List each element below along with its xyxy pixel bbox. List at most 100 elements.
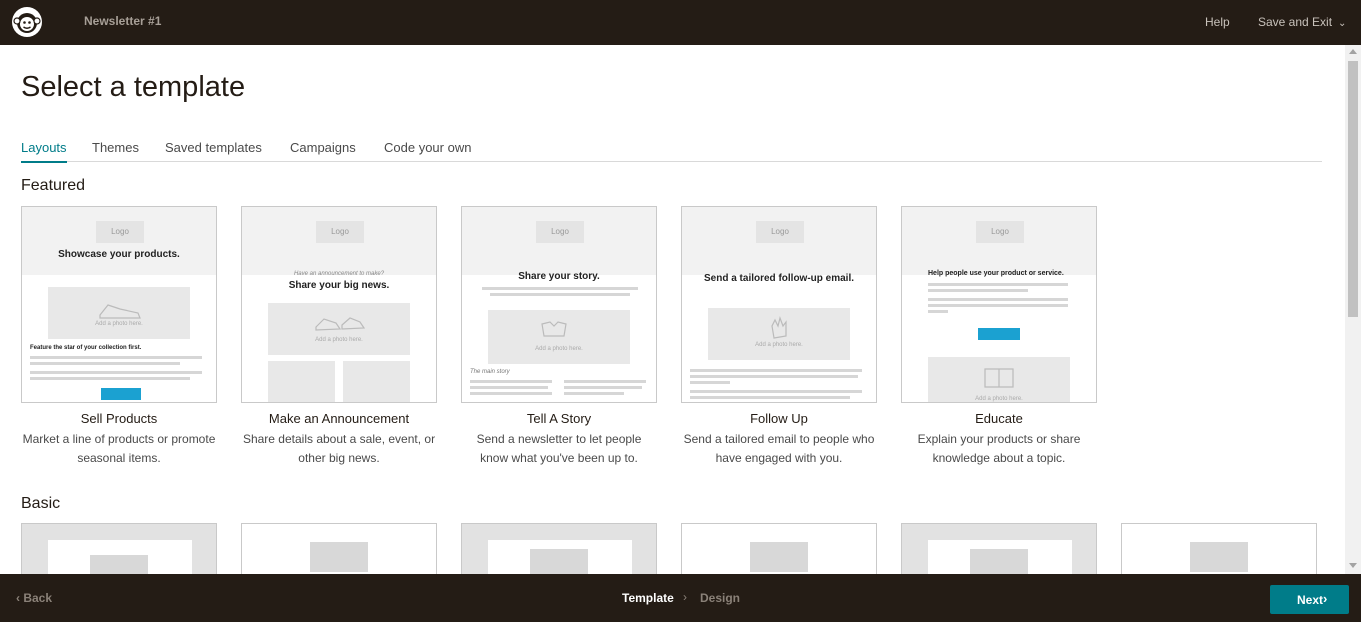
save-and-exit-label: Save and Exit: [1258, 15, 1333, 29]
template-tabs: Layouts Themes Saved templates Campaigns…: [21, 140, 1322, 163]
card-title: Follow Up: [750, 411, 808, 426]
text-line: [30, 362, 180, 365]
photo-caption: Add a photo here.: [95, 321, 143, 327]
photo-placeholder: Add a photo here.: [48, 287, 190, 339]
template-card-make-an-announcement[interactable]: Logo Have an announcement to make? Share…: [241, 206, 437, 468]
text-line: [470, 392, 552, 395]
template-card-tell-a-story[interactable]: Logo Share your story. Add a photo here.…: [461, 206, 657, 468]
logo-placeholder: Logo: [976, 221, 1024, 243]
template-thumbnail[interactable]: Logo Share your story. Add a photo here.…: [461, 206, 657, 403]
thumbnail-subheading: Feature the star of your collection firs…: [30, 345, 142, 351]
thumbnail-block: [310, 542, 368, 572]
main-content: Select a template Layouts Themes Saved t…: [0, 45, 1345, 574]
thumbnail-block: [970, 549, 1028, 574]
text-line: [928, 289, 1028, 292]
scroll-up-arrow-icon[interactable]: [1349, 49, 1357, 54]
thumbnail-block: [750, 542, 808, 572]
template-thumbnail[interactable]: Logo Showcase your products. Add a photo…: [21, 206, 217, 403]
basic-template-card-3[interactable]: [461, 523, 657, 574]
next-label: Next: [1297, 593, 1324, 607]
step-design[interactable]: Design: [700, 591, 740, 605]
text-line: [690, 375, 858, 378]
thumbnail-heading: Share your story.: [518, 271, 600, 282]
mailchimp-logo-icon[interactable]: [11, 6, 43, 38]
photo-caption: Add a photo here.: [755, 342, 803, 348]
photo-placeholder-small: [343, 361, 410, 402]
text-line: [928, 310, 948, 313]
thumbnail-heading: Share your big news.: [288, 280, 390, 291]
card-title: Make an Announcement: [268, 411, 410, 426]
tab-code-your-own[interactable]: Code your own: [384, 140, 471, 161]
logo-placeholder: Logo: [316, 221, 364, 243]
text-line: [928, 304, 1068, 307]
scrollbar-thumb[interactable]: [1348, 61, 1358, 317]
thumbnail-block: [1190, 542, 1248, 572]
template-thumbnail[interactable]: Logo Help people use your product or ser…: [901, 206, 1097, 403]
tab-themes[interactable]: Themes: [92, 140, 139, 161]
text-line: [690, 396, 850, 399]
logo-placeholder: Logo: [536, 221, 584, 243]
thumbnail-heading: Send a tailored follow-up email.: [703, 273, 855, 284]
basic-template-card-6[interactable]: [1121, 523, 1317, 574]
basic-template-card-2[interactable]: [241, 523, 437, 574]
tab-campaigns[interactable]: Campaigns: [290, 140, 356, 161]
text-line: [690, 381, 730, 384]
basic-template-card-4[interactable]: [681, 523, 877, 574]
save-and-exit-menu[interactable]: Save and Exit ⌄: [1258, 15, 1346, 29]
text-line: [490, 293, 630, 296]
card-title: Tell A Story: [526, 411, 592, 426]
basic-template-card-1[interactable]: [21, 523, 217, 574]
next-button[interactable]: Next ›: [1270, 585, 1349, 614]
tab-saved-templates[interactable]: Saved templates: [165, 140, 262, 161]
bottom-bar: ‹ Back Template › Design Next ›: [0, 574, 1361, 622]
template-card-sell-products[interactable]: Logo Showcase your products. Add a photo…: [21, 206, 217, 468]
featured-heading: Featured: [21, 177, 86, 194]
thumbnail-block: [530, 549, 588, 574]
photo-caption: Add a photo here.: [975, 396, 1023, 402]
book-icon: [984, 368, 1014, 388]
card-title: Educate: [975, 411, 1023, 426]
chevron-right-icon: ›: [1323, 591, 1328, 606]
logo-placeholder: Logo: [756, 221, 804, 243]
thumbnail-button: [101, 388, 141, 400]
photo-placeholder: Add a photo here.: [928, 357, 1070, 402]
help-link[interactable]: Help: [1205, 15, 1230, 29]
thumbnail-block: [90, 555, 148, 574]
card-description: Market a line of products or promote sea…: [22, 432, 216, 465]
logo-placeholder: Logo: [96, 221, 144, 243]
chevron-down-icon: ⌄: [1338, 18, 1347, 29]
card-description: Explain your products or share knowledge…: [917, 432, 1081, 465]
text-line: [564, 386, 642, 389]
text-line: [690, 390, 862, 393]
template-card-follow-up[interactable]: Logo Send a tailored follow-up email. Ad…: [681, 206, 877, 468]
thumbnail-heading: Showcase your products.: [58, 249, 180, 260]
photo-caption: Add a photo here.: [535, 346, 583, 352]
text-line: [928, 298, 1068, 301]
step-template[interactable]: Template: [622, 591, 674, 605]
text-line: [482, 287, 638, 290]
back-label: Back: [23, 591, 53, 605]
back-button[interactable]: ‹ Back: [16, 591, 52, 605]
chevron-left-icon: ‹: [16, 591, 20, 605]
card-description: Send a tailored email to people who have…: [683, 432, 875, 465]
thumbnail-kicker: Have an announcement to make?: [293, 271, 385, 277]
template-thumbnail[interactable]: Logo Have an announcement to make? Share…: [241, 206, 437, 403]
text-line: [690, 369, 862, 372]
template-card-educate[interactable]: Logo Help people use your product or ser…: [901, 206, 1097, 468]
basic-heading: Basic: [21, 495, 61, 512]
page-title: Select a template: [21, 71, 246, 103]
card-description: Share details about a sale, event, or ot…: [242, 432, 436, 465]
campaign-name[interactable]: Newsletter #1: [84, 14, 161, 28]
template-thumbnail[interactable]: Logo Send a tailored follow-up email. Ad…: [681, 206, 877, 403]
tab-layouts[interactable]: Layouts: [21, 140, 67, 163]
basic-template-card-5[interactable]: [901, 523, 1097, 574]
text-line: [470, 380, 552, 383]
text-line: [564, 380, 646, 383]
text-line: [30, 371, 202, 374]
text-line: [928, 283, 1068, 286]
scroll-down-arrow-icon[interactable]: [1349, 563, 1357, 568]
photo-placeholder: Add a photo here.: [708, 308, 850, 360]
text-line: [30, 356, 202, 359]
photo-caption: Add a photo here.: [315, 337, 363, 343]
vertical-scrollbar[interactable]: [1345, 45, 1361, 574]
